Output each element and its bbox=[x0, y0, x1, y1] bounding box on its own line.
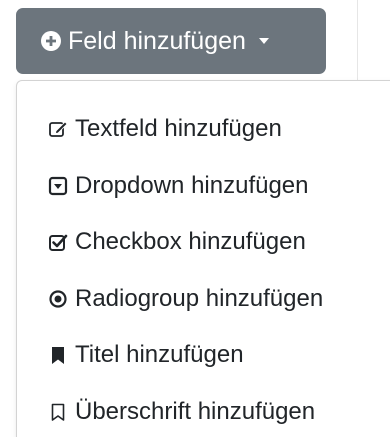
bookmark-outline-icon bbox=[47, 401, 69, 423]
menu-item-title[interactable]: Titel hinzufügen bbox=[47, 335, 244, 375]
menu-item-heading[interactable]: Überschrift hinzufügen bbox=[47, 392, 315, 432]
menu-item-checkbox[interactable]: Checkbox hinzufügen bbox=[47, 222, 306, 262]
edit-square-icon bbox=[47, 118, 69, 140]
menu-item-label: Dropdown hinzufügen bbox=[75, 172, 309, 199]
menu-item-label: Radiogroup hinzufügen bbox=[75, 285, 324, 312]
add-field-button[interactable]: Feld hinzufügen bbox=[16, 8, 326, 74]
menu-item-textfield[interactable]: Textfeld hinzufügen bbox=[47, 109, 282, 149]
bookmark-filled-icon bbox=[47, 344, 69, 366]
divider bbox=[357, 0, 358, 80]
caret-down-icon bbox=[258, 37, 270, 45]
menu-item-label: Titel hinzufügen bbox=[75, 341, 244, 368]
menu-item-label: Checkbox hinzufügen bbox=[75, 228, 306, 255]
menu-item-radiogroup[interactable]: Radiogroup hinzufügen bbox=[47, 279, 323, 319]
menu-item-dropdown[interactable]: Dropdown hinzufügen bbox=[47, 166, 309, 206]
check-square-icon bbox=[47, 231, 69, 253]
menu-item-label: Textfeld hinzufügen bbox=[75, 115, 282, 142]
dot-circle-icon bbox=[47, 288, 69, 310]
add-field-dropdown-widget: Feld hinzufügen Textfeld hinzufügen Drop… bbox=[0, 0, 390, 437]
dropdown-menu: Textfeld hinzufügen Dropdown hinzufügen … bbox=[16, 80, 390, 437]
add-field-button-label: Feld hinzufügen bbox=[68, 26, 246, 55]
menu-item-label: Überschrift hinzufügen bbox=[75, 398, 316, 425]
plus-circle-icon bbox=[40, 30, 62, 52]
caret-square-down-icon bbox=[47, 175, 69, 197]
